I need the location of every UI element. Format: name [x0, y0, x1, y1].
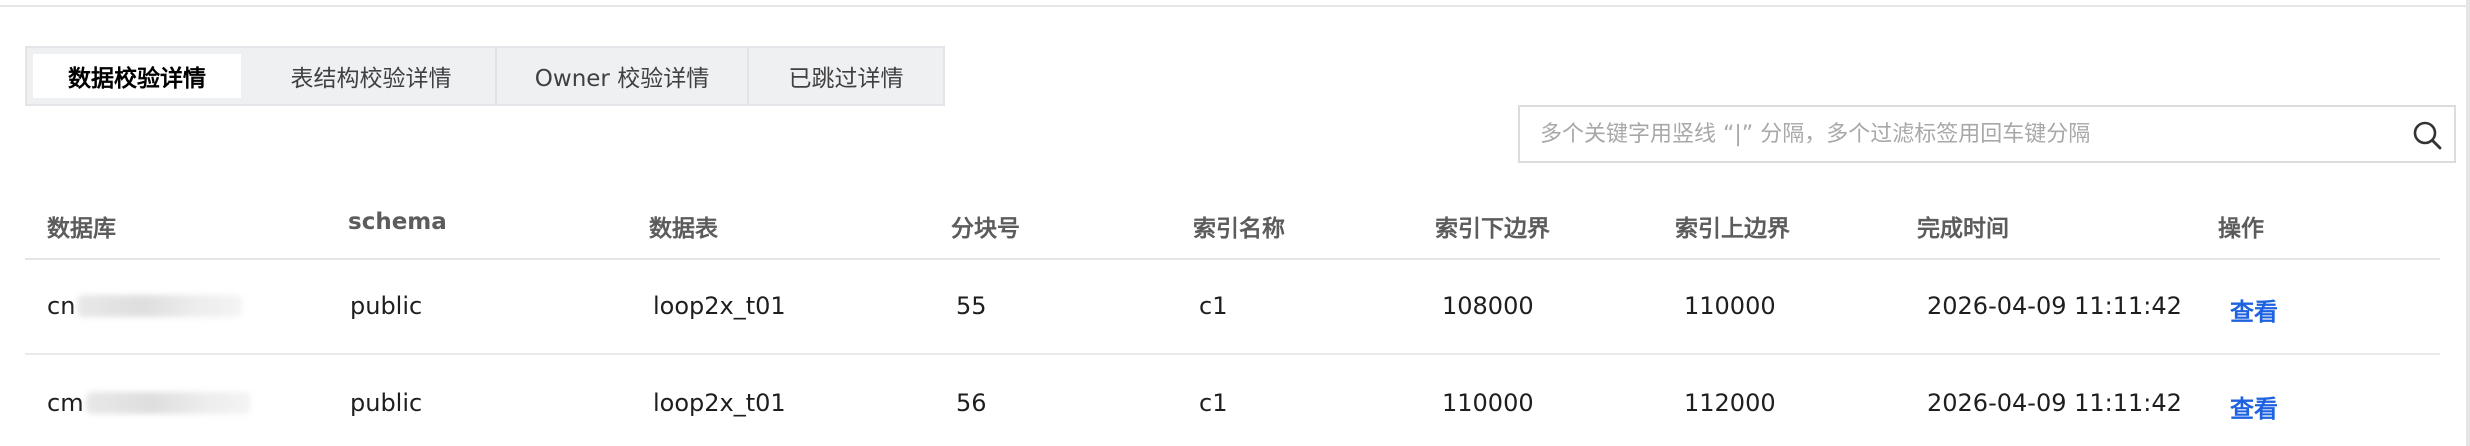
cell-finished-time: 2026-04-09 11:11:42 — [1927, 389, 2182, 417]
cell-finished-time: 2026-04-09 11:11:42 — [1927, 292, 2182, 320]
cell-schema: public — [350, 292, 423, 320]
column-header-lower-bound: 索引下边界 — [1435, 216, 1550, 242]
redacted-text — [85, 392, 251, 414]
cell-index-name: c1 — [1199, 389, 1228, 417]
view-link[interactable]: 查看 — [2230, 389, 2278, 424]
tab-data-check[interactable]: 数据校验详情 — [33, 54, 241, 98]
data-check-detail-panel: 数据校验详情 表结构校验详情 Owner 校验详情 已跳过详情 数据库 sche… — [0, 0, 2470, 446]
cell-upper-bound: 110000 — [1684, 292, 1776, 320]
cell-table: loop2x_t01 — [653, 292, 786, 320]
column-header-database: 数据库 — [47, 216, 116, 242]
redacted-text — [77, 295, 243, 317]
cell-upper-bound: 112000 — [1684, 389, 1776, 417]
column-header-index-name: 索引名称 — [1193, 216, 1285, 242]
cell-database: cn — [47, 292, 243, 320]
view-link[interactable]: 查看 — [2230, 292, 2278, 327]
column-header-schema: schema — [348, 209, 447, 235]
cell-table: loop2x_t01 — [653, 389, 786, 417]
cell-chunk: 56 — [956, 389, 987, 417]
search-box — [1518, 105, 2456, 163]
cell-lower-bound: 110000 — [1442, 389, 1534, 417]
column-header-upper-bound: 索引上边界 — [1675, 216, 1790, 242]
table-header: 数据库 schema 数据表 分块号 索引名称 索引下边界 索引上边界 完成时间… — [25, 190, 2440, 260]
column-header-table: 数据表 — [649, 216, 718, 242]
tab-owner-check[interactable]: Owner 校验详情 — [497, 48, 747, 104]
column-header-actions: 操作 — [2218, 216, 2264, 242]
search-input[interactable] — [1540, 115, 2380, 153]
cell-schema: public — [350, 389, 423, 417]
tab-schema-check[interactable]: 表结构校验详情 — [247, 48, 495, 104]
cell-database: cm — [47, 389, 251, 417]
cell-index-name: c1 — [1199, 292, 1228, 320]
scrollbar-track[interactable] — [2466, 0, 2470, 446]
column-header-finished-time: 完成时间 — [1917, 216, 2009, 242]
cell-lower-bound: 108000 — [1442, 292, 1534, 320]
tab-skipped[interactable]: 已跳过详情 — [749, 48, 943, 104]
column-header-chunk: 分块号 — [951, 216, 1020, 242]
cell-chunk: 55 — [956, 292, 987, 320]
table-row: cm public loop2x_t01 56 c1 110000 112000… — [25, 357, 2440, 446]
detail-tabs: 数据校验详情 表结构校验详情 Owner 校验详情 已跳过详情 — [25, 46, 945, 106]
search-icon[interactable] — [2412, 120, 2442, 150]
table-row: cn public loop2x_t01 55 c1 108000 110000… — [25, 260, 2440, 355]
top-divider — [0, 5, 2470, 7]
